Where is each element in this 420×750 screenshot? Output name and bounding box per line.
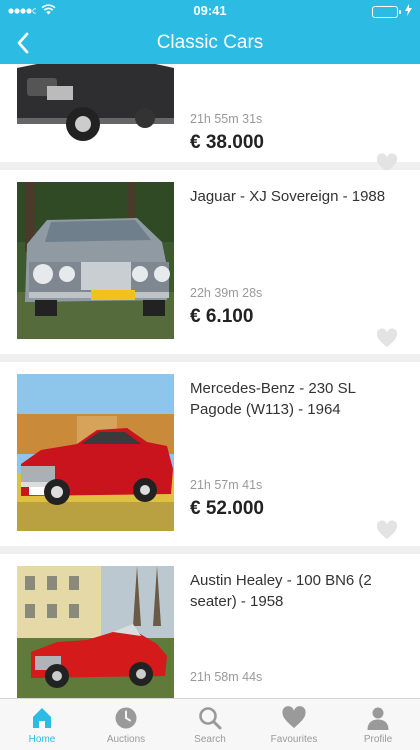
clock-icon (115, 707, 137, 729)
tab-label: Search (194, 734, 226, 745)
car-photo (17, 374, 174, 531)
car-photo (17, 182, 174, 339)
status-bar: 09:41 (0, 0, 420, 22)
battery-icon (372, 5, 401, 18)
listing-title[interactable]: Austin Healey - 100 BN6 (2 seater) - 195… (190, 570, 405, 612)
battery-indicators (372, 4, 412, 19)
favourite-button[interactable] (376, 520, 398, 540)
current-bid: € 6.100 (190, 306, 254, 327)
current-bid: € 52.000 (190, 498, 264, 519)
tab-profile[interactable]: Profile (336, 699, 420, 750)
time-remaining: 21h 55m 31s (190, 112, 263, 126)
tab-label: Profile (363, 734, 393, 745)
time-remaining: 21h 57m 41s (190, 478, 263, 492)
tab-search[interactable]: Search (168, 699, 252, 750)
tab-home[interactable]: Home (0, 699, 84, 750)
listing-card[interactable]: Mercedes-Benz - 230 SL Pagode (W113) - 1… (0, 362, 420, 546)
favourite-button[interactable] (376, 328, 398, 348)
heart-icon (282, 706, 306, 728)
charging-icon (405, 4, 412, 19)
car-photo (17, 566, 174, 698)
tab-label: Home (28, 734, 56, 745)
tab-auctions[interactable]: Auctions (84, 699, 168, 750)
person-icon (367, 707, 389, 730)
listing-title[interactable]: Jaguar - XJ Sovereign - 1988 (190, 186, 405, 207)
heart-icon (376, 520, 398, 540)
tab-bar: Home Auctions Search Favourites Profile (0, 698, 420, 750)
tab-label: Auctions (106, 734, 146, 745)
listing-card[interactable]: 21h 55m 31s € 38.000 (0, 64, 420, 173)
tab-label: Favourites (270, 734, 318, 745)
listing-card[interactable]: Austin Healey - 100 BN6 (2 seater) - 195… (0, 554, 420, 698)
car-photo (17, 64, 174, 150)
search-icon (199, 707, 222, 730)
listing-title[interactable]: Mercedes-Benz - 230 SL Pagode (W113) - 1… (190, 378, 405, 420)
time-remaining: 21h 58m 44s (190, 670, 263, 684)
heart-icon (376, 328, 398, 348)
tab-favourites[interactable]: Favourites (252, 699, 336, 750)
status-time: 09:41 (193, 3, 227, 18)
time-remaining: 22h 39m 28s (190, 286, 263, 300)
current-bid: € 38.000 (190, 132, 264, 153)
page-title: Classic Cars (156, 32, 264, 53)
listing-card[interactable]: Jaguar - XJ Sovereign - 1988 22h 39m 28s… (0, 170, 420, 354)
navigation-bar: Classic Cars (0, 22, 420, 64)
home-icon (33, 708, 51, 728)
listing-list[interactable]: 21h 55m 31s € 38.000 Jaguar - XJ Soverei… (0, 64, 420, 698)
